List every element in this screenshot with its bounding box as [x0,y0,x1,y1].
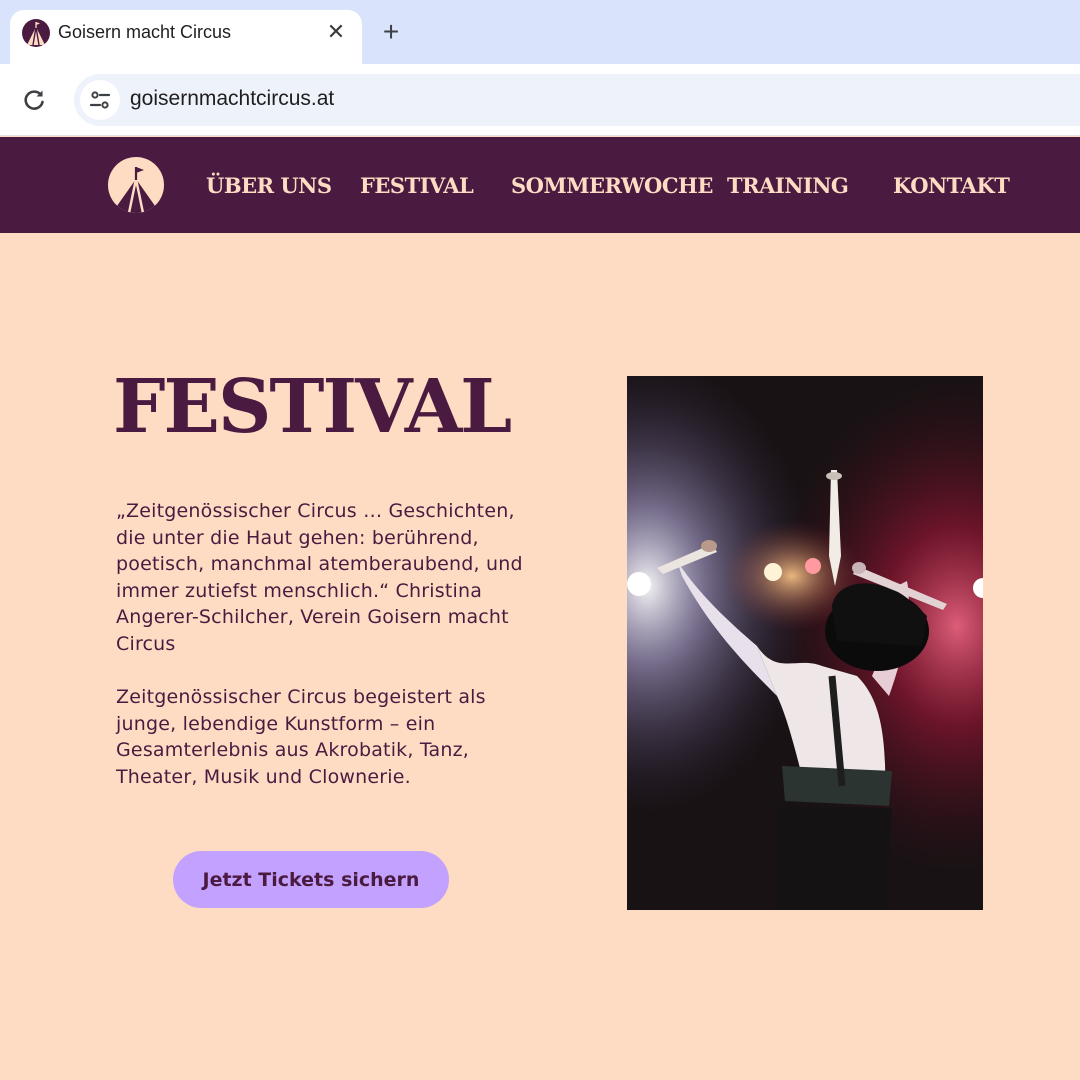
close-icon[interactable]: ✕ [324,21,348,45]
nav-item-ueber-uns[interactable]: ÜBER UNS [206,173,332,198]
url-text: goisernmachtcircus.at [130,87,335,110]
page-title: FESTIVAL [113,364,512,450]
nav-item-sommerwoche[interactable]: SOMMERWOCHE [511,173,713,198]
nav-item-festival[interactable]: FESTIVAL [360,173,474,198]
browser-tab[interactable]: Goisern macht Circus ✕ [10,10,362,64]
browser-toolbar: goisernmachtcircus.at [0,64,1080,136]
nav-item-kontakt[interactable]: KONTAKT [893,173,1010,198]
juggler-stage-photo [627,376,983,910]
circus-tent-logo-icon[interactable] [108,157,164,213]
tune-icon[interactable] [80,80,120,120]
site-navigation: ÜBER UNS FESTIVAL SOMMERWOCHE TRAINING K… [0,137,1080,233]
buy-tickets-button[interactable]: Jetzt Tickets sichern [173,851,449,908]
circus-tent-favicon-icon [22,19,50,47]
quote-paragraph: „Zeitgenössischer Circus … Geschichten, … [116,500,523,655]
reload-icon[interactable] [20,86,48,114]
tab-title: Goisern macht Circus [58,22,232,42]
nav-item-training[interactable]: TRAINING [727,173,849,198]
intro-paragraph: Zeitgenössischer Circus begeistert als j… [116,686,486,788]
address-bar[interactable]: goisernmachtcircus.at [74,74,1080,126]
new-tab-plus-icon[interactable]: + [376,18,406,48]
browser-tab-strip: Goisern macht Circus ✕ + [0,0,1080,64]
